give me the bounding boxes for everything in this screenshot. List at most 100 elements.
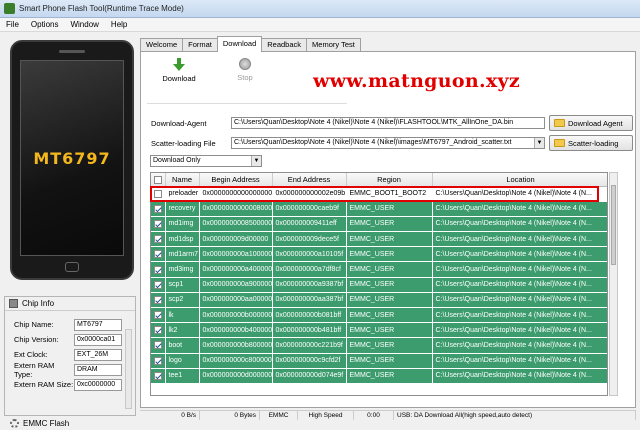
table-scrollbar[interactable]	[609, 172, 618, 396]
menu-file[interactable]: File	[6, 20, 19, 29]
cell-location: C:\Users\Quan\Desktop\Note 4 (Nikel)\Not…	[432, 307, 607, 324]
row-checkbox-cell[interactable]	[151, 322, 166, 339]
cell-end-address: 0x000000000d074e9f	[272, 368, 347, 384]
select-all-header[interactable]	[151, 173, 166, 187]
cell-name: md3img	[165, 261, 200, 278]
download-agent-path[interactable]: C:\Users\Quan\Desktop\Note 4 (Nikel)\Not…	[231, 117, 545, 129]
row-checkbox[interactable]	[154, 219, 162, 228]
row-checkbox-cell[interactable]	[151, 307, 166, 324]
row-checkbox[interactable]	[154, 235, 162, 244]
status-mode: High Speed	[298, 411, 354, 420]
table-row[interactable]: md1dsp 0x000000009d00000 0x000000009dece5f…	[151, 231, 607, 248]
row-checkbox[interactable]	[154, 204, 162, 213]
download-agent-button[interactable]: Download Agent	[549, 115, 633, 131]
row-checkbox[interactable]	[154, 280, 162, 289]
scatter-loading-button[interactable]: Scatter-loading	[549, 135, 633, 151]
table-row[interactable]: md1arm7 0x000000000a100000 0x000000000a101…	[151, 246, 607, 263]
row-checkbox-cell[interactable]	[151, 186, 166, 202]
table-row[interactable]: recovery 0x0000000000008000 0x000000000cae…	[151, 201, 607, 217]
row-checkbox-cell[interactable]	[151, 353, 166, 369]
header-location[interactable]: Location	[432, 173, 607, 187]
cell-location: C:\Users\Quan\Desktop\Note 4 (Nikel)\Not…	[432, 216, 607, 233]
cell-begin-address: 0x000000000c800000	[199, 353, 273, 369]
table-row[interactable]: scp2 0x000000000aa00000 0x000000000aa387bf…	[151, 292, 607, 309]
row-checkbox[interactable]	[154, 326, 162, 335]
row-checkbox-cell[interactable]	[151, 277, 166, 293]
scatter-path[interactable]: C:\Users\Quan\Desktop\Note 4 (Nikel)\Not…	[231, 137, 545, 149]
download-mode-select[interactable]: Download Only ▼	[150, 155, 262, 167]
cell-location: C:\Users\Quan\Desktop\Note 4 (Nikel)\Not…	[432, 246, 607, 263]
cell-name: lk2	[165, 322, 200, 339]
chip-info-scrollbar[interactable]	[125, 329, 132, 409]
emmc-flash-item[interactable]: EMMC Flash	[4, 416, 136, 430]
cell-end-address: 0x000000000002e09b	[272, 186, 347, 202]
row-checkbox[interactable]	[154, 356, 162, 365]
scrollbar-thumb[interactable]	[611, 185, 616, 265]
row-checkbox[interactable]	[154, 189, 162, 198]
chip-row: Chip Version: 0x0000ca01	[5, 332, 135, 347]
table-row[interactable]: logo 0x000000000c800000 0x000000000c9cfd2f…	[151, 353, 607, 369]
tab-download[interactable]: Download	[216, 36, 263, 52]
table-row[interactable]: preloader 0x0000000000000000 0x00000000000…	[151, 186, 607, 202]
status-bar: 0 B/s 0 Bytes EMMC High Speed 0:00 USB: …	[140, 410, 636, 420]
cell-name: lk	[165, 307, 200, 324]
menu-help[interactable]: Help	[111, 20, 127, 29]
table-row[interactable]: lk 0x000000000b000000 0x000000000b081bff EM…	[151, 307, 607, 324]
row-checkbox[interactable]	[154, 341, 162, 350]
row-checkbox-cell[interactable]	[151, 337, 166, 354]
status-storage: EMMC	[260, 411, 298, 420]
header-region[interactable]: Region	[346, 173, 433, 187]
cell-name: scp1	[165, 277, 200, 293]
row-checkbox-cell[interactable]	[151, 216, 166, 233]
cell-end-address: 0x000000000caeb9f	[272, 201, 347, 217]
cell-end-address: 0x000000000aa387bf	[272, 292, 347, 309]
cell-end-address: 0x000000000b081bff	[272, 307, 347, 324]
toolbar-separator	[147, 103, 347, 104]
menu-options[interactable]: Options	[31, 20, 59, 29]
row-checkbox[interactable]	[154, 371, 162, 380]
cell-end-address: 0x000000000a7df8cf	[272, 261, 347, 278]
cell-name: boot	[165, 337, 200, 354]
menu-window[interactable]: Window	[70, 20, 98, 29]
table-row[interactable]: md3img 0x000000000a400000 0x000000000a7df8…	[151, 261, 607, 278]
status-time: 0:00	[354, 411, 394, 420]
row-checkbox[interactable]	[154, 265, 162, 274]
tab-memory-test[interactable]: Memory Test	[306, 38, 361, 52]
table-row[interactable]: scp1 0x000000000a900000 0x000000000a9387bf…	[151, 277, 607, 293]
row-checkbox-cell[interactable]	[151, 231, 166, 248]
cell-end-address: 0x000000009411eff	[272, 216, 347, 233]
cell-location: C:\Users\Quan\Desktop\Note 4 (Nikel)\Not…	[432, 322, 607, 339]
tab-readback[interactable]: Readback	[261, 38, 308, 52]
table-row[interactable]: boot 0x000000000b800000 0x000000000c221b9f…	[151, 337, 607, 354]
header-name[interactable]: Name	[165, 173, 200, 187]
row-checkbox-cell[interactable]	[151, 246, 166, 263]
cell-region: EMMC_USER	[346, 307, 433, 324]
row-checkbox[interactable]	[154, 295, 162, 304]
row-checkbox-cell[interactable]	[151, 292, 166, 309]
chevron-down-icon[interactable]: ▼	[534, 138, 544, 148]
chip-row-label: Chip Name:	[14, 320, 54, 329]
table-row[interactable]: lk2 0x000000000b400000 0x000000000b481bff E…	[151, 322, 607, 339]
chip-row: Chip Name: MT6797	[5, 317, 135, 332]
table-row[interactable]: md1img 0x0000000008500000 0x000000009411ef…	[151, 216, 607, 233]
menu-bar: File Options Window Help	[0, 18, 640, 32]
header-end-address[interactable]: End Address	[272, 173, 347, 187]
row-checkbox-cell[interactable]	[151, 261, 166, 278]
tab-format[interactable]: Format	[182, 38, 218, 52]
row-checkbox-cell[interactable]	[151, 368, 166, 384]
scatter-path-text: C:\Users\Quan\Desktop\Note 4 (Nikel)\Not…	[234, 139, 512, 146]
cell-region: EMMC_USER	[346, 337, 433, 354]
row-checkbox-cell[interactable]	[151, 201, 166, 217]
scatter-loading-button-label: Scatter-loading	[568, 138, 619, 148]
table-row[interactable]: tee1 0x000000000d000000 0x000000000d074e9f…	[151, 368, 607, 384]
row-checkbox[interactable]	[154, 250, 162, 259]
cell-region: EMMC_USER	[346, 322, 433, 339]
header-begin-address[interactable]: Begin Address	[199, 173, 273, 187]
row-checkbox[interactable]	[154, 311, 162, 320]
chevron-down-icon[interactable]: ▼	[251, 156, 261, 166]
stop-button[interactable]: Stop	[225, 58, 265, 88]
cell-location: C:\Users\Quan\Desktop\Note 4 (Nikel)\Not…	[432, 292, 607, 309]
select-all-checkbox[interactable]	[153, 175, 162, 184]
tab-welcome[interactable]: Welcome	[140, 38, 184, 52]
download-button[interactable]: Download	[159, 58, 199, 88]
